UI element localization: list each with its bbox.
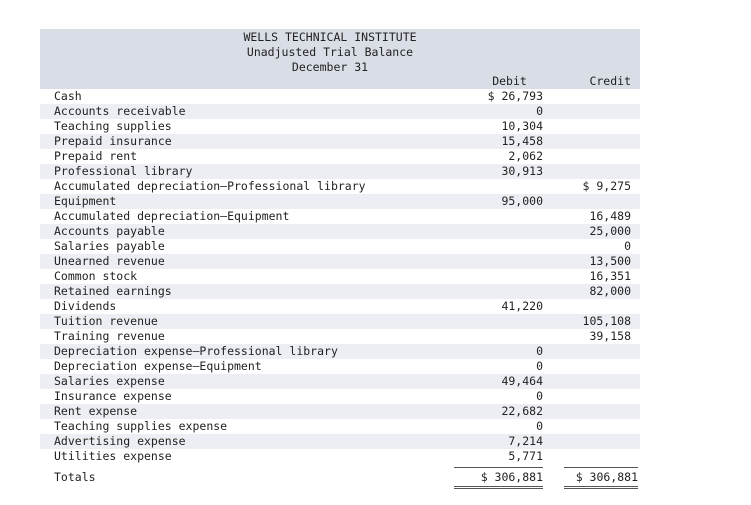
account-name: Salaries expense	[54, 374, 165, 388]
account-name: Depreciation expense—Professional librar…	[54, 344, 338, 358]
table-row: Teaching supplies expense 0	[40, 419, 640, 434]
account-name: Unearned revenue	[54, 254, 165, 268]
account-name: Teaching supplies	[54, 119, 172, 133]
table-row: Insurance expense 0	[40, 389, 640, 404]
credit-amount: 25,000	[589, 224, 631, 238]
table-row: Teaching supplies 10,304	[40, 119, 640, 134]
credit-amount: 16,489	[589, 209, 631, 223]
account-name: Retained earnings	[54, 284, 172, 298]
account-rows: Cash $ 26,793 Accounts receivable 0 Teaching…	[40, 89, 640, 464]
debit-amount: 10,304	[501, 119, 543, 133]
totals-label: Totals	[54, 470, 96, 484]
account-name: Accumulated depreciation—Professional li…	[54, 179, 366, 193]
account-name: Insurance expense	[54, 389, 172, 403]
table-row: Salaries expense 49,464	[40, 374, 640, 389]
account-name: Teaching supplies expense	[54, 419, 228, 433]
debit-amount: 22,682	[501, 404, 543, 418]
debit-amount: 0	[536, 389, 543, 403]
table-row: Utilities expense 5,771	[40, 449, 640, 464]
debit-amount: 49,464	[501, 374, 543, 388]
account-name: Depreciation expense—Equipment	[54, 359, 262, 373]
table-row: Cash $ 26,793	[40, 89, 640, 104]
credit-column-header: Credit	[589, 74, 631, 88]
table-row: Retained earnings 82,000	[40, 284, 640, 299]
table-row: Accumulated depreciation—Equipment 16,489	[40, 209, 640, 224]
account-name: Accumulated depreciation—Equipment	[54, 209, 290, 223]
account-name: Rent expense	[54, 404, 138, 418]
debit-amount: 95,000	[501, 194, 543, 208]
debit-amount: 0	[536, 419, 543, 433]
debit-amount: 30,913	[501, 164, 543, 178]
table-row: Professional library 30,913	[40, 164, 640, 179]
account-name: Dividends	[54, 299, 117, 313]
account-name: Training revenue	[54, 329, 165, 343]
debit-amount: 0	[536, 344, 543, 358]
account-name: Equipment	[54, 194, 117, 208]
table-row: Accounts receivable 0	[40, 104, 640, 119]
account-name: Accounts receivable	[54, 104, 186, 118]
totals-row: Totals $ 306,881 $ 306,881	[40, 467, 640, 489]
account-name: Prepaid insurance	[54, 134, 172, 148]
credit-amount: 0	[624, 239, 631, 253]
debit-amount: 0	[536, 359, 543, 373]
table-row: Tuition revenue 105,108	[40, 314, 640, 329]
table-row: Rent expense 22,682	[40, 404, 640, 419]
account-name: Professional library	[54, 164, 193, 178]
report-date: December 31	[291, 60, 369, 74]
credit-amount: $ 9,275	[582, 179, 631, 193]
table-row: Training revenue 39,158	[40, 329, 640, 344]
table-row: Depreciation expense—Professional librar…	[40, 344, 640, 359]
table-row: Advertising expense 7,214	[40, 434, 640, 449]
account-name: Utilities expense	[54, 449, 172, 463]
table-row: Accumulated depreciation—Professional li…	[40, 179, 640, 194]
credit-amount: 16,351	[589, 269, 631, 283]
debit-amount: 15,458	[501, 134, 543, 148]
account-name: Salaries payable	[54, 239, 165, 253]
debit-amount: 5,771	[508, 449, 543, 463]
debit-amount: $ 26,793	[487, 89, 543, 103]
account-name: Common stock	[54, 269, 138, 283]
table-row: Salaries payable 0	[40, 239, 640, 254]
table-row: Prepaid rent 2,062	[40, 149, 640, 164]
debit-amount: 41,220	[501, 299, 543, 313]
table-row: Accounts payable 25,000	[40, 224, 640, 239]
credit-amount: 39,158	[589, 329, 631, 343]
totals-debit: $ 306,881	[454, 467, 543, 489]
credit-amount: 13,500	[589, 254, 631, 268]
company-name: WELLS TECHNICAL INSTITUTE	[243, 30, 417, 44]
table-header: WELLS TECHNICAL INSTITUTE Unadjusted Tri…	[40, 29, 640, 89]
debit-amount: 7,214	[508, 434, 543, 448]
account-name: Advertising expense	[54, 434, 186, 448]
table-row: Equipment 95,000	[40, 194, 640, 209]
credit-amount: 82,000	[589, 284, 631, 298]
debit-amount: 2,062	[508, 149, 543, 163]
account-name: Cash	[54, 89, 82, 103]
totals-credit: $ 306,881	[564, 467, 638, 489]
account-name: Tuition revenue	[54, 314, 158, 328]
table-row: Depreciation expense—Equipment 0	[40, 359, 640, 374]
debit-column-header: Debit	[492, 74, 527, 88]
account-name: Accounts payable	[54, 224, 165, 238]
table-row: Unearned revenue 13,500	[40, 254, 640, 269]
table-row: Common stock 16,351	[40, 269, 640, 284]
credit-amount: 105,108	[582, 314, 631, 328]
table-row: Prepaid insurance 15,458	[40, 134, 640, 149]
report-title: Unadjusted Trial Balance	[246, 45, 414, 59]
table-row: Dividends 41,220	[40, 299, 640, 314]
debit-amount: 0	[536, 104, 543, 118]
trial-balance-sheet: WELLS TECHNICAL INSTITUTE Unadjusted Tri…	[40, 29, 640, 489]
account-name: Prepaid rent	[54, 149, 138, 163]
